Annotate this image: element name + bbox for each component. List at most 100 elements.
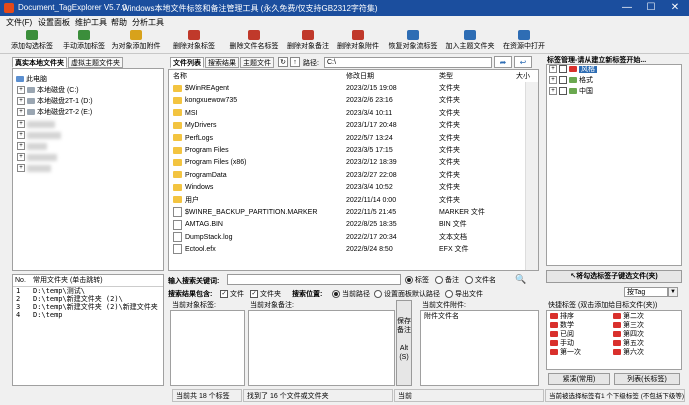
app-title: Document_TagExplorer V5.7.0 — [18, 3, 127, 12]
add-to-theme-folder-button[interactable]: 加入主题文件夹 — [444, 30, 496, 52]
notes-textarea[interactable] — [248, 310, 395, 386]
folder-icon — [173, 183, 182, 191]
maximize-button[interactable]: ☐ — [639, 1, 663, 15]
restore-icon — [407, 30, 419, 40]
file-date: 2023/2/6 23:16 — [346, 97, 393, 105]
minimize-button[interactable]: — — [615, 1, 639, 15]
file-row[interactable]: MyDrivers 2023/1/17 20:48 文件夹 — [169, 120, 524, 131]
tab-virtual-folders[interactable]: 虚拟主题文件夹 — [68, 57, 123, 68]
location-current-path[interactable]: 当前路径 — [332, 289, 370, 299]
menu-analysis[interactable]: 分析工具 — [132, 17, 164, 28]
file-row[interactable]: $WINRE_BACKUP_PARTITION.MARKER 2022/11/5 … — [169, 207, 524, 218]
col-header-name[interactable]: 名称 — [173, 72, 187, 82]
file-row[interactable]: $WinREAgent 2023/2/15 19:08 文件夹 — [169, 83, 524, 94]
path-input[interactable]: C:\ — [324, 57, 492, 68]
tree-node-this-pc[interactable]: 此电脑 — [16, 75, 47, 85]
common-folder-item[interactable]: D:\temp\新建文件夹 (2)\ — [33, 295, 123, 303]
search-icon[interactable]: 🔍 — [508, 273, 534, 286]
quick-tag-item[interactable]: 第一次 — [550, 348, 581, 358]
chevron-down-icon[interactable]: ▼ — [668, 287, 678, 297]
common-folder-item[interactable]: D:\temp\新建文件夹 (2)\新建文件夹 — [33, 303, 158, 311]
compact-view-button[interactable]: 紧凑(常用) — [548, 373, 610, 385]
tree-node-drive-d[interactable]: + 本地磁盘2T-1 (D:) — [17, 97, 93, 107]
col-header-size[interactable]: 大小 — [516, 72, 530, 82]
file-row[interactable]: PerfLogs 2022/5/7 13:24 文件夹 — [169, 133, 524, 144]
file-row[interactable]: Program Files (x86) 2023/2/12 18:39 文件夹 — [169, 157, 524, 168]
search-mode-note[interactable]: 备注 — [435, 275, 459, 285]
delete-object-tag-button[interactable]: 删除对象标签 — [170, 30, 218, 52]
tab-local-folders[interactable]: 真实本地文件夹 — [12, 57, 67, 68]
close-button[interactable]: ✕ — [663, 1, 687, 15]
tag-tree-panel: + 风格 + 格式 + 中国 — [546, 64, 682, 266]
file-row[interactable]: kongxuewow735 2023/2/6 23:16 文件夹 — [169, 95, 524, 106]
delete-filename-tag-button[interactable]: 删除文件名标签 — [228, 30, 280, 52]
common-folder-item[interactable]: D:\temp\测试\ — [33, 287, 85, 295]
restore-stream-tag-button[interactable]: 恢复对象流标签 — [387, 30, 439, 52]
list-view-button[interactable]: 列表(长标签) — [614, 373, 680, 385]
tab-theme-files[interactable]: 主题文件 — [240, 57, 274, 68]
folder-icon — [173, 196, 182, 204]
common-folders-panel: No. 常用文件夹 (单击跳转) 1 D:\temp\测试\ 2 D:\temp… — [12, 274, 164, 386]
tree-node-drive-e[interactable]: + 本地磁盘2T-2 (E:) — [17, 108, 92, 118]
manual-add-tag-button[interactable]: 手动添加标签 — [60, 30, 108, 52]
menu-help[interactable]: 帮助 — [111, 17, 127, 28]
file-row[interactable]: 用户 2022/11/14 0:00 文件夹 — [169, 195, 524, 206]
expand-icon[interactable]: + — [17, 108, 25, 117]
location-default-path[interactable]: 设置面板默认路径 — [374, 289, 440, 299]
tag-sort-dropdown[interactable]: 按Tag — [624, 287, 668, 297]
apply-checked-tags-button[interactable]: ↖将勾选标签子键选文件(夹) — [546, 270, 682, 283]
col-header-type[interactable]: 类型 — [439, 72, 453, 82]
quick-tag-item[interactable]: 第六次 — [613, 348, 644, 358]
file-type: 文本文档 — [439, 233, 467, 241]
delete-object-attachment-button[interactable]: 删除对象附件 — [334, 30, 382, 52]
refresh-icon[interactable]: ↻ — [278, 57, 288, 67]
file-row[interactable]: ProgramData 2023/2/27 22:08 文件夹 — [169, 170, 524, 181]
tab-search-results[interactable]: 搜索结果 — [205, 57, 239, 68]
include-folder-checkbox[interactable]: ✓ 文件夹 — [250, 289, 281, 299]
file-row[interactable]: MSI 2023/3/4 10:11 文件夹 — [169, 108, 524, 119]
file-row[interactable]: DumpStack.log 2022/2/17 20:34 文本文档 — [169, 231, 524, 243]
tree-node-blurred[interactable]: + — [17, 131, 61, 141]
tree-node-blurred[interactable]: + — [17, 120, 55, 130]
add-checked-tag-button[interactable]: 添加勾选标签 — [8, 30, 56, 52]
tree-node-drive-c[interactable]: + 本地磁盘 (C:) — [17, 86, 79, 96]
file-row[interactable]: Program Files 2023/3/5 17:15 文件夹 — [169, 145, 524, 156]
tree-node-blurred[interactable]: + — [17, 164, 51, 174]
tree-node-blurred[interactable]: + — [17, 142, 47, 152]
tag-node-style[interactable]: + 风格 — [549, 65, 597, 75]
search-mode-filename[interactable]: 文件名 — [465, 275, 496, 285]
tag-node-china[interactable]: + 中国 — [549, 87, 593, 97]
file-row[interactable]: Ectool.efx 2022/9/24 8:50 EFX 文件 — [169, 244, 524, 255]
add-attachment-button[interactable]: 为对象添加附件 — [110, 30, 162, 52]
go-up-icon[interactable]: ↑ — [290, 57, 300, 67]
file-row[interactable]: AMTAG.BIN 2022/8/25 18:35 BIN 文件 — [169, 219, 524, 230]
current-tags-box[interactable] — [170, 310, 245, 386]
location-export-file[interactable]: 导出文件 — [445, 289, 483, 299]
file-list-scrollbar[interactable] — [525, 82, 538, 270]
file-name: MSI — [185, 109, 198, 117]
common-folder-item[interactable]: D:\temp — [33, 311, 63, 319]
menu-file[interactable]: 文件(F) — [6, 17, 32, 28]
include-file-checkbox[interactable]: ✓ 文件 — [220, 289, 244, 299]
attachments-box[interactable]: 附件文件名 — [420, 310, 539, 386]
back-arrow-icon[interactable]: ↩ — [514, 56, 532, 68]
file-date: 2023/3/5 17:15 — [346, 147, 393, 154]
save-note-button[interactable]: 保存备注 Alt(S) — [396, 300, 412, 386]
search-mode-tag[interactable]: 标签 — [405, 275, 429, 285]
delete-object-note-button[interactable]: 删除对象备注 — [284, 30, 332, 52]
open-in-explorer-button[interactable]: 在资源中打开 — [500, 30, 548, 52]
tab-file-list[interactable]: 文件列表 — [170, 57, 204, 68]
file-name: AMTAG.BIN — [185, 221, 223, 229]
expand-icon[interactable]: + — [17, 86, 25, 95]
path-label: 路径: — [303, 60, 319, 67]
go-arrow-icon[interactable]: ➦ — [494, 56, 512, 68]
menu-settings[interactable]: 设置面板 — [38, 17, 70, 28]
tree-node-blurred[interactable]: + — [17, 153, 57, 163]
tag-node-format[interactable]: + 格式 — [549, 76, 593, 86]
expand-icon[interactable]: + — [17, 97, 25, 106]
col-header-date[interactable]: 修改日期 — [346, 72, 374, 82]
common-col-name: 常用文件夹 (单击跳转) — [33, 277, 103, 284]
file-row[interactable]: Windows 2023/3/4 10:52 文件夹 — [169, 182, 524, 193]
menu-maintenance[interactable]: 维护工具 — [75, 17, 107, 28]
search-input[interactable] — [227, 274, 401, 285]
